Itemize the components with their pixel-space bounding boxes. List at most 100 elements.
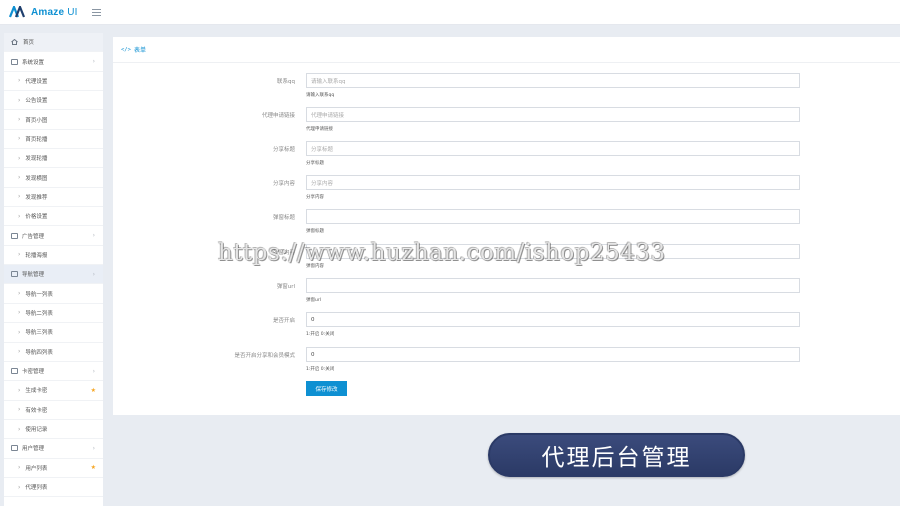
sidebar-item-label: 有效卡密 [25, 407, 48, 414]
chevron-right-icon: › [18, 483, 21, 491]
chevron-right-icon: › [18, 425, 21, 433]
sidebar-item[interactable]: 用户管理 › [4, 439, 103, 459]
sidebar-item-label: 发现轮播 [25, 156, 48, 163]
sidebar-item[interactable]: 首页 [4, 33, 103, 53]
sidebar-item-label: 首页小图 [25, 117, 48, 124]
form-hint: 分享内容 [306, 195, 324, 200]
brand-logo[interactable]: Amaze UI [9, 6, 78, 18]
input-placeholder: 请输入联系qq [311, 78, 346, 85]
sidebar-item[interactable]: 系统设置 › [4, 52, 103, 72]
form-input[interactable] [306, 278, 800, 293]
input-placeholder: 分享标题 [311, 146, 334, 153]
chevron-right-icon: › [18, 348, 21, 356]
form-input[interactable] [306, 209, 800, 224]
form-hint: 分享标题 [306, 161, 324, 166]
sidebar-item[interactable]: › 导航二列表 [4, 304, 103, 324]
chevron-right-icon: › [18, 406, 21, 414]
sidebar-item[interactable]: › 导航三列表 [4, 323, 103, 343]
chevron-right-icon: › [18, 464, 21, 472]
sidebar-item[interactable]: › 发现推荐 [4, 188, 103, 208]
panel-header: </> 表单 [113, 37, 900, 63]
sidebar-item[interactable]: › 首页小图 [4, 110, 103, 130]
sidebar-item[interactable]: › 导航一列表 [4, 284, 103, 304]
sidebar-item[interactable]: › 代理列表 [4, 478, 103, 498]
form-label: 代理申请链接 [261, 113, 295, 119]
expand-arrow-icon: › [92, 367, 95, 375]
form-input[interactable]: 分享内容 [306, 175, 800, 190]
panel-title: 表单 [133, 47, 146, 54]
sidebar-item-label: 代理设置 [25, 78, 48, 85]
sidebar-item[interactable]: › 发现轮播 [4, 149, 103, 169]
input-placeholder: 分享内容 [311, 180, 334, 187]
sidebar-item[interactable]: › 发现横图 [4, 168, 103, 188]
sidebar-item[interactable]: › 有效卡密 [4, 401, 103, 420]
chevron-right-icon: › [18, 193, 21, 201]
chevron-right-icon: › [18, 251, 21, 259]
sidebar-item-label: 导航二列表 [25, 310, 53, 317]
form-hint: 1:开启 0:关闭 [306, 332, 335, 337]
form-input[interactable]: 0 [306, 347, 800, 362]
sidebar-item[interactable]: › 公告设置 [4, 91, 103, 111]
expand-arrow-icon: › [92, 270, 95, 278]
form-label: 是否开启 [272, 318, 295, 324]
sidebar-item-label: 系统设置 [22, 59, 45, 66]
sidebar-item-label: 导航四列表 [25, 349, 53, 356]
panel-icon [11, 58, 18, 65]
amaze-logo-icon [9, 6, 26, 18]
form-input[interactable]: 分享标题 [306, 141, 800, 156]
sidebar-item-label: 首页轮播 [25, 136, 48, 143]
chevron-right-icon: › [18, 77, 21, 85]
form-label: 是否开启分享和会员模式 [234, 353, 295, 359]
form-hint: 请输入联系qq [306, 93, 335, 98]
sidebar-item-label: 导航管理 [22, 272, 45, 279]
form-panel: </> 表单 保存修改 联系qq 请输入联系qq 请输入联系qq 代理申请链接 代理申请… [113, 37, 900, 415]
sidebar-item-label: 用户列表 [25, 465, 48, 472]
panel-icon [11, 271, 18, 278]
sidebar-item[interactable]: › 导航四列表 [4, 343, 103, 362]
sidebar-item-label: 价格设置 [25, 214, 48, 221]
promo-banner: 代理后台管理 [488, 433, 745, 477]
sidebar-item-label: 导航一列表 [25, 291, 53, 298]
form-label: 分享标题 [272, 147, 295, 153]
chevron-right-icon: › [18, 386, 21, 394]
sidebar-item-label: 导航三列表 [25, 330, 53, 337]
sidebar-item[interactable]: › 生成卡密 ★ [4, 381, 103, 401]
chevron-right-icon: › [18, 328, 21, 336]
menu-toggle-icon[interactable] [91, 8, 101, 16]
form-input[interactable]: 请输入联系qq [306, 73, 800, 88]
sidebar-item[interactable]: › 轮播海报 [4, 246, 103, 266]
form-input[interactable]: 代理申请链接 [306, 107, 800, 122]
panel-icon [11, 368, 18, 375]
sidebar-item[interactable]: › 代理设置 [4, 72, 103, 92]
sidebar-item-label: 首页 [23, 40, 35, 47]
sidebar-item-label: 生成卡密 [25, 388, 48, 395]
sidebar-item[interactable]: 广告管理 › [4, 226, 103, 246]
input-value: 0 [311, 351, 315, 358]
form-hint: 1:开启 0:关闭 [306, 367, 335, 372]
sidebar-item[interactable]: › 用户列表 ★ [4, 459, 103, 478]
chevron-right-icon: › [18, 212, 21, 220]
sidebar-item[interactable]: 导航管理 › [4, 265, 103, 285]
code-icon: </> [121, 46, 131, 53]
panel-icon [11, 445, 18, 452]
home-icon [11, 39, 18, 46]
form-input[interactable]: 0 [306, 312, 800, 327]
sidebar-item[interactable]: › 价格设置 [4, 207, 103, 227]
form-label: 弹窗标题 [272, 215, 295, 221]
save-button[interactable]: 保存修改 [306, 381, 347, 396]
form-hint: 弹窗标题 [306, 229, 324, 234]
sidebar-item[interactable]: 卡密管理 › [4, 362, 103, 382]
input-value: 0 [311, 316, 315, 323]
sidebar-item-label: 公告设置 [25, 98, 48, 105]
input-placeholder: 代理申请链接 [311, 112, 345, 119]
watermark-text: https://www.huzhan.com/ishop25433 [218, 240, 666, 266]
expand-arrow-icon: › [92, 58, 95, 66]
chevron-right-icon: › [18, 290, 21, 298]
form-label: 分享内容 [272, 181, 295, 187]
sidebar-item-label: 发现横图 [25, 175, 48, 182]
sidebar-item-label: 轮播海报 [25, 252, 48, 259]
sidebar-item[interactable]: › 使用记录 [4, 420, 103, 440]
sidebar-item[interactable]: › 首页轮播 [4, 130, 103, 150]
sidebar-item-label: 使用记录 [25, 427, 48, 434]
brand-name: Amaze UI [31, 6, 78, 18]
